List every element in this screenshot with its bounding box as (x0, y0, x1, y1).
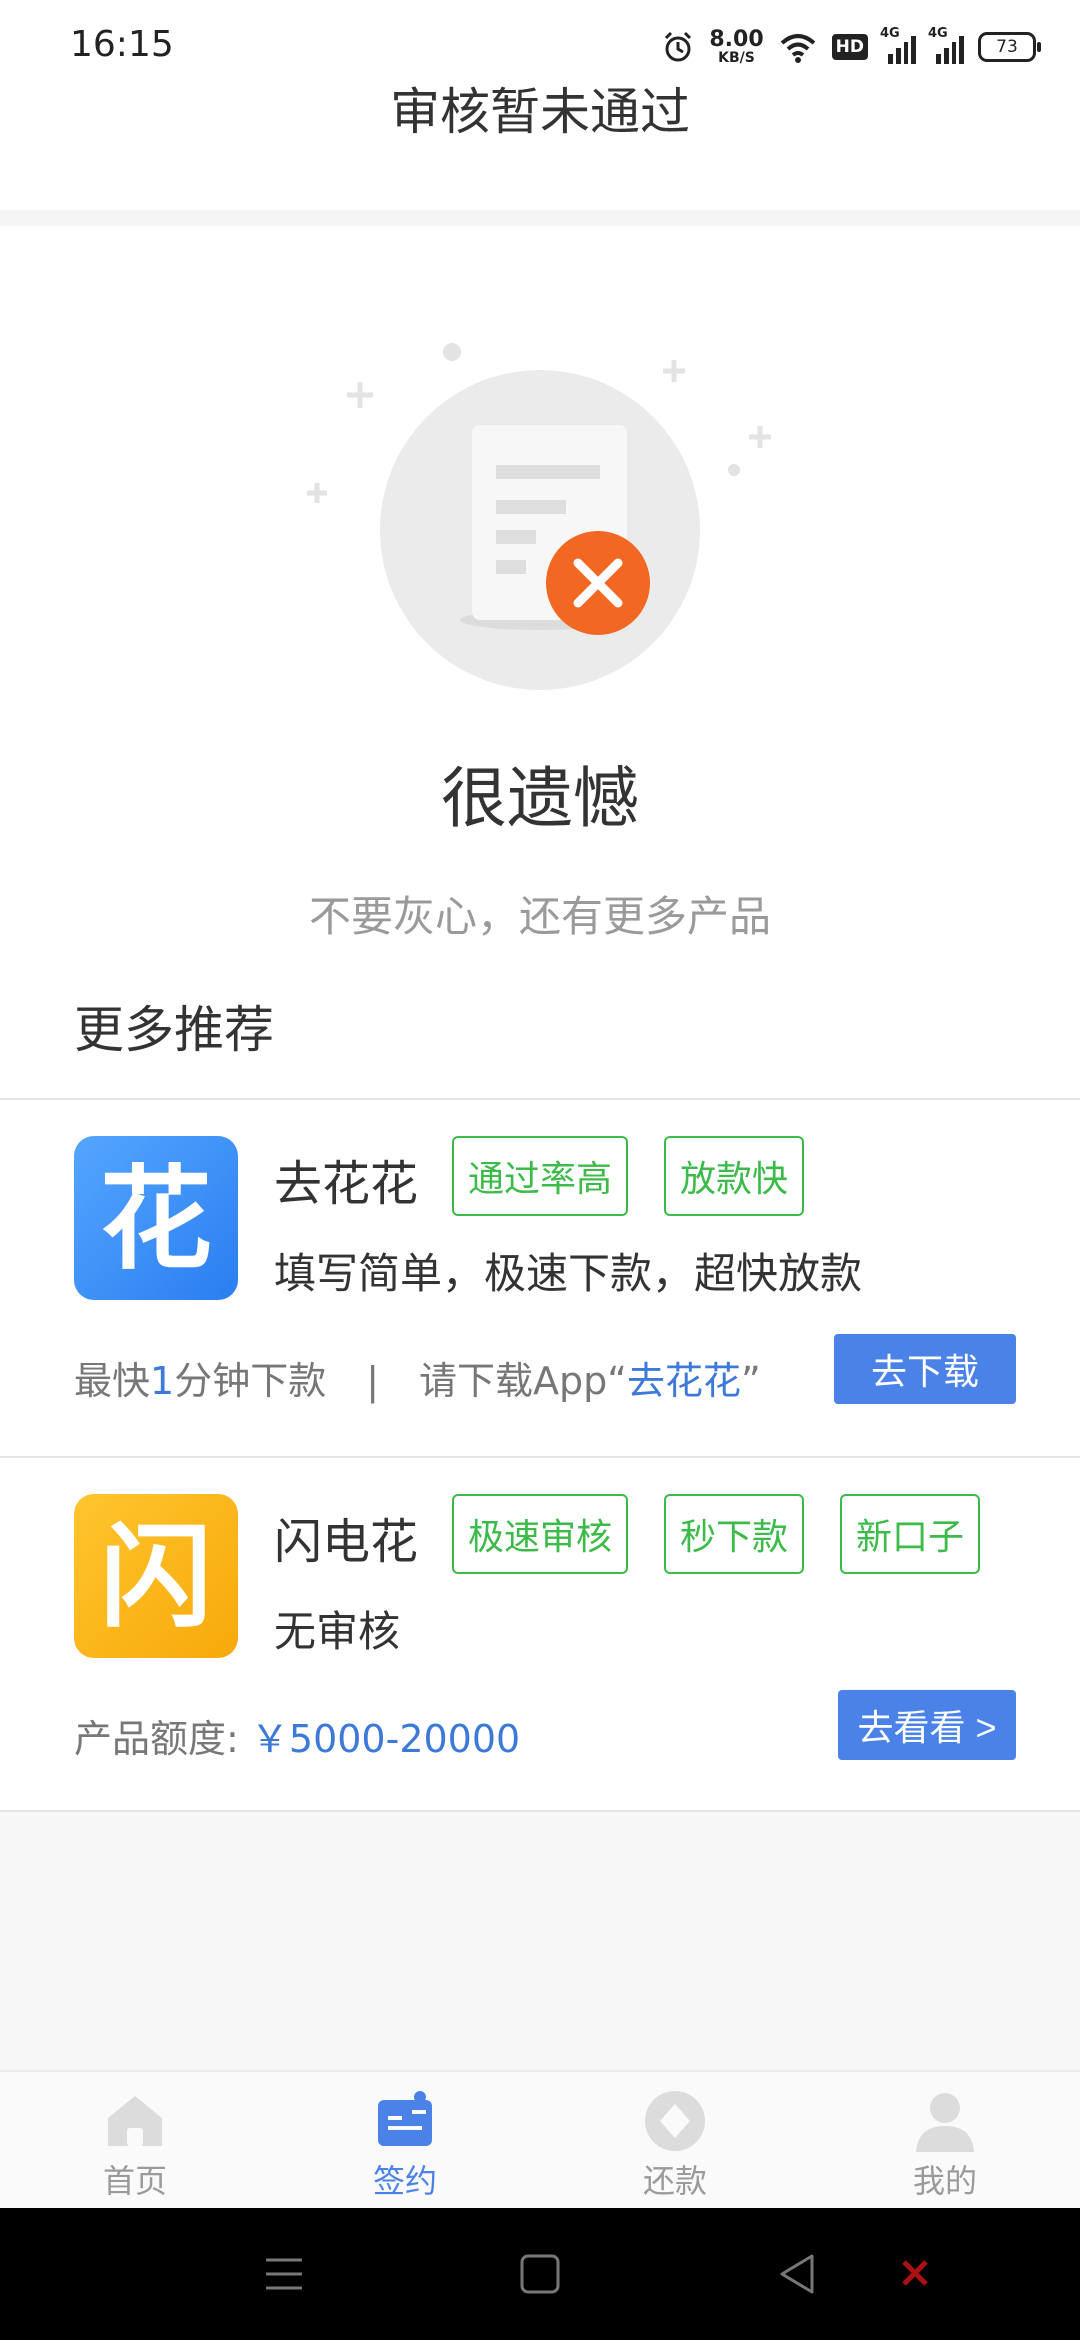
network-speed-unit: KB/S (718, 50, 755, 66)
meta-download-app: 去花花 (626, 1359, 741, 1403)
quota-amount: ￥5000-20000 (250, 1717, 521, 1761)
tab-contract[interactable]: 签约 (270, 2072, 540, 2208)
signal-icon: 4G (928, 26, 964, 64)
product-meta: 最快1分钟下款 | 请下载App“去花花” (74, 1350, 761, 1405)
signal-icon: 4G (880, 26, 916, 64)
shandianhua-logo-char: 闪 (100, 1513, 212, 1643)
tab-repay[interactable]: 还款 (540, 2072, 810, 2208)
rejected-document-illustration (307, 343, 771, 690)
tab-label: 首页 (102, 2162, 167, 2200)
result-title: 很遗憾 (441, 760, 639, 837)
alarm-icon (665, 31, 692, 62)
home-icon (108, 2096, 162, 2146)
meta-download-suffix: ” (740, 1359, 761, 1403)
tab-label: 签约 (372, 2162, 437, 2200)
product-tag: 极速审核 (452, 1494, 629, 1574)
meta-number: 1 (150, 1359, 175, 1403)
recommend-section-title: 更多推荐 (74, 1001, 274, 1059)
content-background (0, 1812, 1080, 2070)
tab-home[interactable]: 首页 (0, 2072, 270, 2208)
status-icons: 8.00 KB/S HD 4G 4G 73 (661, 22, 1041, 72)
product-description: 填写简单，极速下款，超快放款 (274, 1249, 863, 1298)
product-description: 无审核 (274, 1607, 401, 1656)
network-speed-value: 8.00 (709, 27, 764, 52)
tab-profile[interactable]: 我的 (810, 2072, 1080, 2208)
product-name: 去花花 (274, 1156, 419, 1212)
back-icon[interactable] (776, 2252, 820, 2296)
meta-download-prefix: 请下载App“ (419, 1359, 627, 1403)
network-type-label: 4G (928, 26, 948, 41)
network-speed: 8.00 KB/S (709, 27, 764, 66)
menu-icon[interactable] (262, 2252, 306, 2296)
meta-suffix: 分钟下款 (174, 1359, 327, 1403)
header-divider (0, 210, 1080, 226)
view-more-button[interactable]: 去看看 > (838, 1690, 1016, 1760)
result-subtitle: 不要灰心，还有更多产品 (308, 892, 771, 941)
contract-icon (378, 2091, 432, 2146)
product-tag: 通过率高 (452, 1136, 629, 1216)
quhuahua-logo-char: 花 (100, 1155, 212, 1285)
status-time: 16:15 (70, 24, 174, 65)
watermark-logo-icon (902, 2260, 928, 2286)
product-card-shandianhua[interactable]: 闪 闪电花 极速审核 秒下款 新口子 无审核 产品额度: ￥5000-20000… (0, 1458, 1080, 1812)
shandianhua-logo: 闪 (74, 1494, 238, 1658)
product-name: 闪电花 (274, 1514, 419, 1570)
repay-icon (645, 2091, 705, 2151)
product-tag: 放款快 (664, 1136, 805, 1216)
product-tags: 极速审核 秒下款 新口子 (452, 1494, 981, 1574)
bottom-tab-bar: 首页 签约 还款 我的 (0, 2070, 1080, 2208)
tab-label: 我的 (912, 2162, 977, 2200)
home-nav-icon[interactable] (518, 2252, 562, 2296)
meta-prefix: 最快 (74, 1359, 151, 1403)
product-card-quhuahua[interactable]: 花 去花花 通过率高 放款快 填写简单，极速下款，超快放款 最快1分钟下款 | 请下… (0, 1100, 1080, 1456)
page-title: 审核暂未通过 (390, 83, 690, 141)
product-quota: 产品额度: ￥5000-20000 (74, 1708, 520, 1763)
wifi-icon (780, 34, 815, 63)
system-nav-bar (0, 2208, 1080, 2340)
meta-separator: | (366, 1359, 380, 1403)
hd-badge: HD (831, 34, 868, 60)
network-type-label: 4G (880, 26, 900, 41)
product-tag: 秒下款 (664, 1494, 805, 1574)
battery-icon: 73 (978, 32, 1041, 62)
profile-icon (916, 2093, 974, 2152)
product-tag: 新口子 (840, 1494, 981, 1574)
quota-label: 产品额度: (74, 1717, 239, 1761)
download-button[interactable]: 去下载 (834, 1334, 1016, 1404)
product-tags: 通过率高 放款快 (452, 1136, 805, 1216)
tab-label: 还款 (642, 2162, 707, 2200)
quhuahua-logo: 花 (74, 1136, 238, 1300)
